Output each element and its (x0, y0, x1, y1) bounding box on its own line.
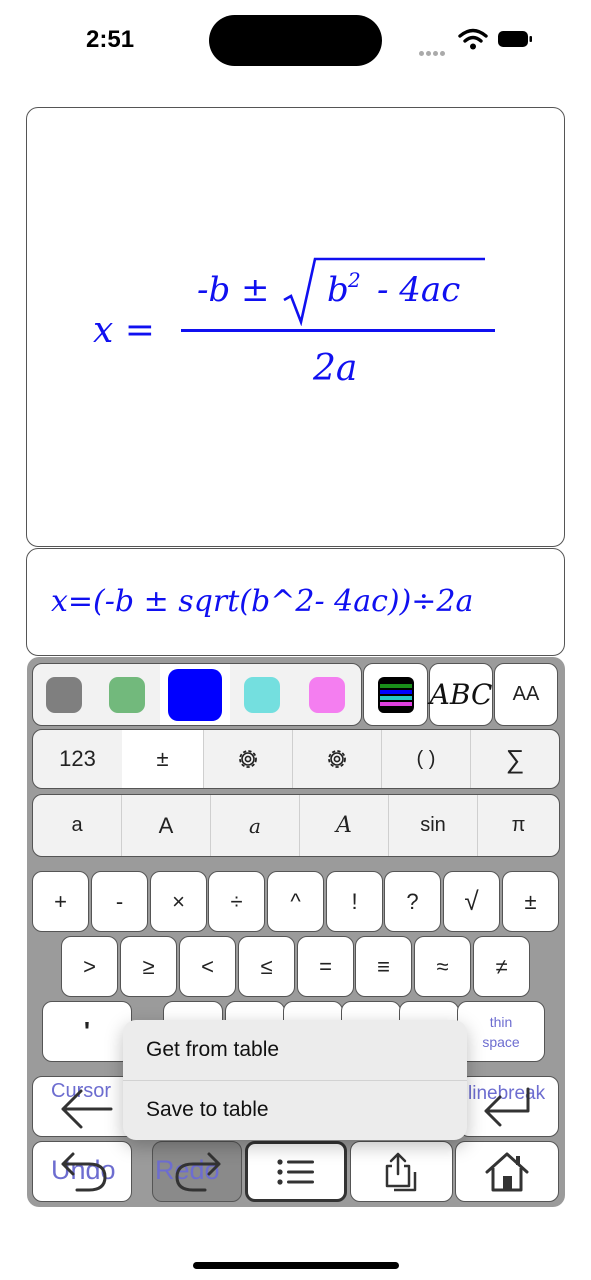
key-less[interactable]: < (179, 936, 236, 997)
radicand-base: b (327, 270, 349, 310)
mode-row: 123 ± ( ) ∑ (32, 729, 560, 789)
color-palette-icon (377, 676, 414, 713)
key-times[interactable]: × (150, 871, 207, 932)
color-swatch-blue[interactable] (160, 664, 230, 725)
abc-style-button[interactable]: ABC (429, 663, 493, 726)
status-time: 2:51 (86, 26, 135, 53)
key-less-equal[interactable]: ≤ (238, 936, 295, 997)
list-menu-button[interactable] (245, 1141, 347, 1202)
key-power[interactable]: ^ (267, 871, 324, 932)
menu-item-get-from-table[interactable]: Get from table (123, 1020, 467, 1080)
numbers-mode-button[interactable]: 123 (33, 730, 122, 788)
color-swatch-gray[interactable] (33, 664, 94, 725)
wifi-icon (458, 28, 488, 50)
formula-lhs: x = (93, 310, 155, 351)
settings-button[interactable] (203, 730, 292, 788)
menu-item-save-to-table[interactable]: Save to table (123, 1080, 467, 1140)
thin-space-label-1: thin (489, 1013, 513, 1030)
redo-icon (175, 1152, 221, 1192)
font-script-upper-button[interactable]: A (299, 795, 388, 856)
key-divide[interactable]: ÷ (208, 871, 265, 932)
font-size-button[interactable]: AA (494, 663, 558, 726)
sin-button[interactable]: sin (388, 795, 477, 856)
font-row: a A a A sin π (32, 794, 560, 857)
key-sqrt[interactable]: √ (443, 871, 500, 932)
linebreak-button[interactable]: linebreak (459, 1076, 559, 1137)
share-icon (385, 1152, 416, 1191)
color-swatch-cyan[interactable] (230, 664, 293, 725)
color-row (32, 663, 362, 726)
key-question[interactable]: ? (384, 871, 441, 932)
share-button[interactable] (350, 1141, 453, 1202)
key-not-equal[interactable]: ≠ (473, 936, 530, 997)
battery-icon (498, 31, 532, 47)
arrow-left-icon (61, 1089, 113, 1129)
gear-icon (239, 750, 257, 768)
key-plus[interactable]: + (32, 871, 89, 932)
color-swatch-green[interactable] (94, 664, 160, 725)
formula-text-field[interactable]: x=(-b ± sqrt(b^2- 4ac))÷2a (26, 548, 565, 656)
numerator-prefix: -b ± (197, 270, 270, 310)
denominator: 2a (313, 348, 358, 389)
undo-icon (61, 1152, 107, 1192)
thin-space-label-2: space (482, 1033, 520, 1050)
formula-text-value: x=(-b ± sqrt(b^2- 4ac))÷2a (51, 584, 474, 619)
color-swatch-pink[interactable] (293, 664, 361, 725)
key-approx[interactable]: ≈ (414, 936, 471, 997)
home-indicator[interactable] (193, 1262, 399, 1269)
font-italic-lower-button[interactable]: a (210, 795, 299, 856)
key-identical[interactable]: ≡ (355, 936, 412, 997)
key-factorial[interactable]: ! (326, 871, 383, 932)
font-uppercase-button[interactable]: A (121, 795, 210, 856)
palette-button[interactable] (363, 663, 428, 726)
key-plus-minus[interactable]: ± (502, 871, 559, 932)
key-equals[interactable]: = (297, 936, 354, 997)
key-minus[interactable]: - (91, 871, 148, 932)
redo-button[interactable]: Redo (152, 1141, 242, 1202)
font-lowercase-button[interactable]: a (33, 795, 121, 856)
home-button[interactable] (455, 1141, 559, 1202)
formula-preview[interactable]: x = -b ± b 2 - 4ac 2a (26, 107, 565, 547)
key-greater-equal[interactable]: ≥ (120, 936, 177, 997)
gear-icon (328, 750, 346, 768)
dynamic-island (209, 15, 382, 66)
symbols-mode-button[interactable]: ± (122, 730, 203, 788)
key-prime[interactable]: ' (42, 1001, 132, 1062)
sum-button[interactable]: ∑ (470, 730, 559, 788)
fraction-bar (181, 329, 495, 332)
return-icon (484, 1087, 530, 1127)
signal-dots-icon (419, 43, 447, 61)
thin-space-button[interactable]: thin space (457, 1001, 545, 1062)
undo-button[interactable]: Undo (32, 1141, 132, 1202)
settings-button-2[interactable] (292, 730, 381, 788)
pi-button[interactable]: π (477, 795, 559, 856)
table-context-menu: Get from table Save to table (123, 1020, 467, 1140)
key-greater[interactable]: > (61, 936, 118, 997)
parentheses-button[interactable]: ( ) (381, 730, 470, 788)
radicand-exponent: 2 (348, 268, 361, 292)
home-icon (485, 1152, 529, 1191)
radicand-rest: - 4ac (377, 270, 461, 310)
list-icon (277, 1158, 314, 1185)
